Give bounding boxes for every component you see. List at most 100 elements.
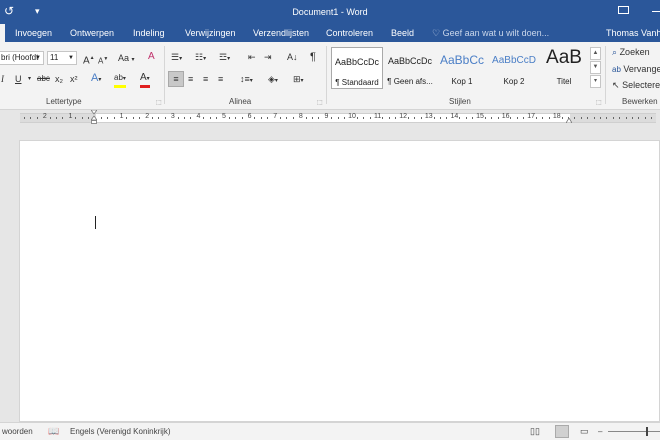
right-indent-marker-icon[interactable] (566, 118, 572, 123)
ruler-tick (216, 117, 217, 119)
ruler-tick (126, 117, 128, 119)
ruler-number: 18 (552, 113, 561, 120)
tab-ontwerpen[interactable]: Ontwerpen (70, 28, 114, 38)
font-name-combo[interactable]: bri (Hoofdt ▼ (0, 51, 44, 65)
tab-start[interactable] (0, 24, 5, 42)
tab-beeld[interactable]: Beeld (391, 28, 414, 38)
superscript-button[interactable]: x² (70, 73, 78, 85)
ruler-tick (619, 117, 621, 119)
highlight-button[interactable]: ab▾ (114, 72, 126, 88)
numbering-button[interactable]: ☷▾ (195, 51, 206, 65)
decrease-indent-button[interactable]: ⇤ (248, 51, 256, 63)
horizontal-ruler[interactable]: 2 1 1 2 3 4 5 6 7 8 9 10 11 12 13 14 15 16 17 18 (0, 110, 660, 126)
tell-me-box[interactable]: ♡ Geef aan wat u wilt doen... (432, 28, 549, 39)
ribbon-display-options-icon[interactable] (618, 6, 629, 14)
change-case-button[interactable]: Aa ▾ (118, 52, 135, 66)
indent-marker-icon[interactable] (91, 110, 97, 124)
ruler-tick (228, 117, 230, 119)
ruler-tick (286, 117, 288, 119)
font-size-combo[interactable]: 11 ▼ (47, 51, 77, 65)
increase-indent-button[interactable]: ⇥ (264, 51, 272, 63)
style-kop-2[interactable]: AaBbCcD Kop 2 (488, 47, 540, 89)
ruler-tick (260, 117, 262, 119)
select-button[interactable]: ↖ Selecteren (612, 79, 660, 91)
bullets-button[interactable]: ☰▾ (171, 51, 182, 65)
styles-more-icon[interactable]: ▾ (590, 75, 601, 88)
document-area[interactable] (0, 126, 660, 422)
ruler-tick (158, 117, 160, 119)
paragraph-group-label: Alinea (229, 97, 252, 106)
replace-button[interactable]: ab Vervangen (612, 63, 660, 76)
ruler-tick (139, 117, 141, 119)
style-kop-1[interactable]: AaBbCc Kop 1 (436, 47, 488, 89)
font-color-button[interactable]: A▾ (140, 72, 150, 88)
chevron-down-icon[interactable]: ▼ (35, 52, 41, 64)
ruler-number: 10 (348, 113, 356, 120)
style-titel[interactable]: AaB Titel (538, 47, 590, 89)
zoom-out-icon[interactable]: – (598, 427, 602, 436)
style-standaard[interactable]: AaBbCcDc ¶ Standaard (331, 47, 383, 89)
document-page[interactable] (19, 140, 660, 422)
multilevel-list-button[interactable]: ☲▾ (219, 51, 230, 65)
read-mode-icon[interactable]: ▯▯ (530, 426, 540, 437)
sort-button[interactable]: A↓ (287, 51, 298, 63)
borders-button[interactable]: ⊞▾ (293, 73, 304, 87)
user-name[interactable]: Thomas Vanhoe (606, 28, 660, 38)
style-geen-afstand[interactable]: AaBbCcDc ¶ Geen afs... (384, 47, 436, 89)
chevron-down-icon[interactable]: ▼ (68, 52, 74, 64)
ruler-tick (337, 117, 339, 119)
align-left-button[interactable]: ≡ (168, 71, 184, 87)
ruler-tick (446, 117, 448, 119)
shrink-font-button[interactable]: A▼ (98, 53, 108, 68)
tab-indeling[interactable]: Indeling (133, 28, 165, 38)
style-sample: AaBbCcD (492, 55, 536, 66)
italic-button[interactable]: I (1, 73, 4, 85)
font-name-value: bri (Hoofdt (1, 53, 39, 62)
language-status[interactable]: Engels (Verenigd Koninkrijk) (70, 427, 171, 436)
ruler-tick (56, 117, 57, 119)
paragraph-dialog-launcher-icon[interactable]: ⬚ (317, 99, 323, 106)
zoom-slider-thumb[interactable] (646, 427, 648, 436)
font-dialog-launcher-icon[interactable]: ⬚ (156, 99, 162, 106)
ruler-tick (344, 117, 345, 119)
strikethrough-button[interactable]: abc (37, 73, 50, 85)
minimize-icon[interactable] (652, 11, 660, 12)
ruler-tick (459, 117, 461, 119)
tab-controleren[interactable]: Controleren (326, 28, 373, 38)
find-button[interactable]: ⌕ Zoeken (612, 46, 650, 58)
print-layout-icon[interactable] (555, 425, 569, 438)
show-marks-button[interactable]: ¶ (310, 51, 316, 63)
clear-formatting-button[interactable]: A (148, 51, 155, 63)
justify-button[interactable]: ≡ (218, 73, 223, 85)
ruler-number: 8 (298, 113, 303, 120)
tab-verwijzingen[interactable]: Verwijzingen (185, 28, 236, 38)
tab-invoegen[interactable]: Invoegen (15, 28, 52, 38)
select-label: Selecteren (622, 80, 660, 90)
word-count[interactable]: woorden (2, 427, 33, 436)
underline-button[interactable]: U (15, 73, 22, 85)
subscript-button[interactable]: x₂ (55, 73, 63, 85)
styles-scroll-up-icon[interactable]: ▲ (590, 47, 601, 60)
align-center-button[interactable]: ≡ (188, 73, 193, 85)
grow-font-button[interactable]: A▲ (83, 52, 95, 67)
ruler-tick (81, 117, 83, 119)
tab-verzendlijsten[interactable]: Verzendlijsten (253, 28, 309, 38)
styles-dialog-launcher-icon[interactable]: ⬚ (596, 99, 602, 106)
align-right-button[interactable]: ≡ (203, 73, 208, 85)
web-layout-icon[interactable]: ▭ (580, 426, 589, 437)
zoom-slider[interactable] (608, 431, 660, 432)
highlighter-icon: ab (114, 73, 123, 82)
ruler-number: 17 (527, 113, 536, 120)
ruler-left-margin (20, 114, 96, 122)
ruler-tick (209, 117, 211, 119)
proofing-icon[interactable]: 📖 (48, 426, 59, 437)
styles-scroll-down-icon[interactable]: ▼ (590, 61, 601, 74)
grow-font-icon: A (83, 55, 90, 67)
clear-formatting-icon: A (148, 51, 155, 62)
line-spacing-button[interactable]: ↕≡▾ (240, 73, 253, 87)
text-effects-button[interactable]: A▾ (91, 72, 101, 86)
style-name: Titel (556, 77, 572, 86)
ruler-tick (203, 117, 205, 119)
shading-button[interactable]: ◈▾ (268, 73, 278, 87)
underline-options-icon[interactable]: ▾ (28, 73, 31, 85)
